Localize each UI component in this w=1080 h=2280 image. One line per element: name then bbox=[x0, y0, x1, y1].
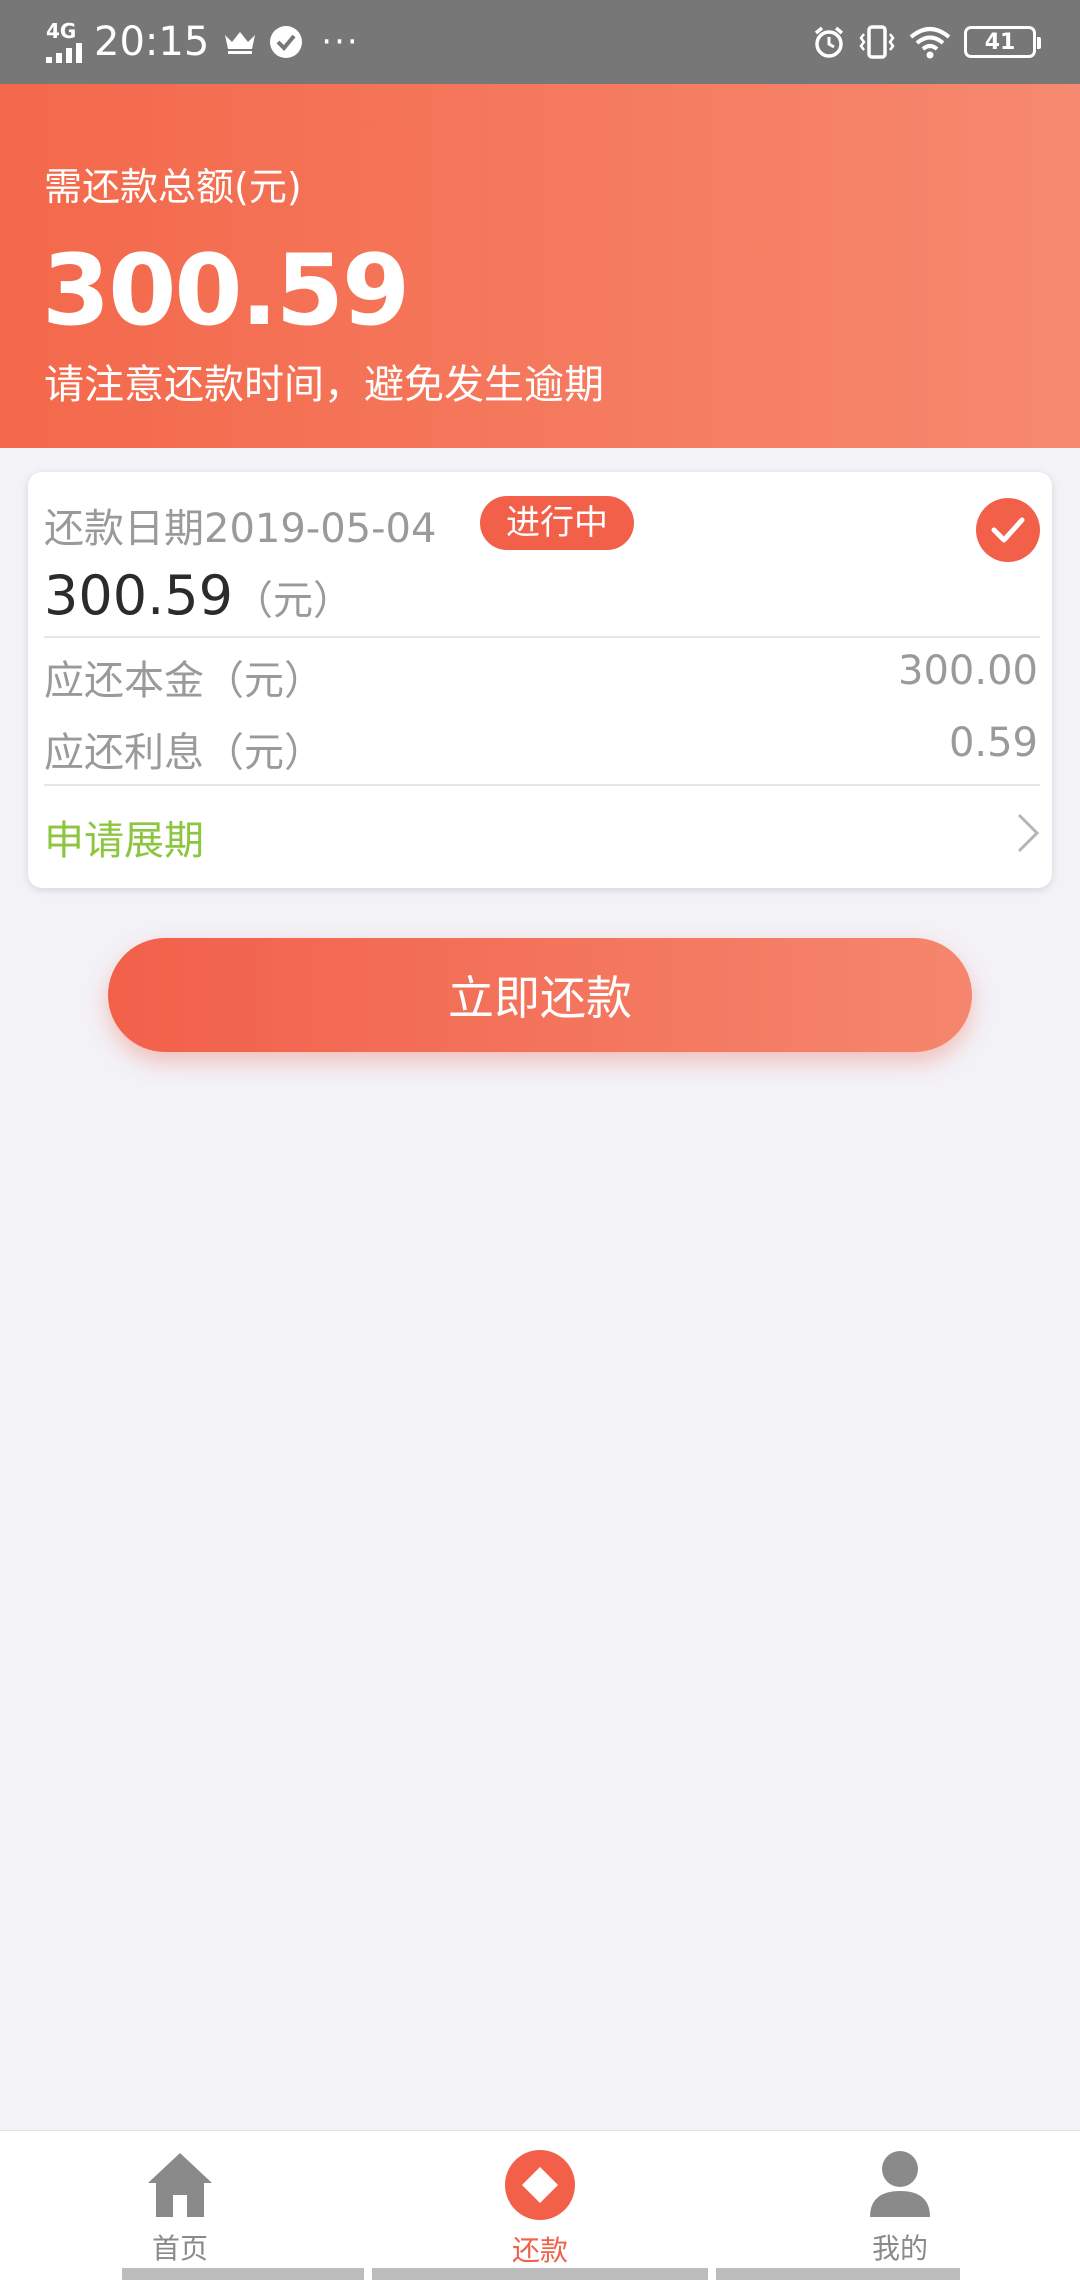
nav-item-mine[interactable]: 我的 bbox=[800, 2149, 1000, 2267]
crown-icon bbox=[223, 29, 257, 55]
network-type: 4G bbox=[46, 19, 77, 43]
interest-label: 应还利息（元） bbox=[44, 730, 324, 776]
status-bar-right: 41 bbox=[812, 24, 1041, 60]
status-badge: 进行中 bbox=[480, 496, 634, 550]
nav-label-home: 首页 bbox=[151, 2232, 208, 2265]
gesture-bar-segment bbox=[372, 2268, 708, 2280]
repayment-summary-header: 需还款总额(元) 300.59 请注意还款时间，避免发生逾期 bbox=[0, 84, 1080, 448]
bill-amount: 300.59（元） bbox=[44, 564, 353, 627]
bill-amount-value: 300.59 bbox=[44, 564, 233, 627]
home-icon bbox=[144, 2149, 216, 2223]
nav-item-repay[interactable]: 还款 bbox=[440, 2149, 640, 2269]
total-due-label: 需还款总额(元) bbox=[44, 165, 302, 209]
bottom-nav: 首页 还款 我的 bbox=[0, 2130, 1080, 2280]
apply-extension-link[interactable]: 申请展期 bbox=[44, 808, 204, 866]
wifi-icon bbox=[908, 25, 952, 59]
gesture-bar-segment bbox=[716, 2268, 960, 2280]
pay-now-button[interactable]: 立即还款 bbox=[108, 938, 972, 1052]
bill-amount-unit: （元） bbox=[232, 578, 353, 624]
divider bbox=[44, 636, 1040, 638]
nav-label-mine: 我的 bbox=[871, 2232, 928, 2265]
nav-item-home[interactable]: 首页 bbox=[80, 2149, 280, 2267]
battery-icon: 41 bbox=[964, 26, 1041, 58]
network-indicator: 4G bbox=[46, 21, 82, 63]
verified-icon bbox=[269, 25, 303, 59]
check-icon[interactable] bbox=[976, 498, 1040, 562]
bill-card[interactable]: 还款日期2019-05-04 进行中 300.59（元） 应还本金（元） 300… bbox=[28, 472, 1052, 888]
status-bar-left: 4G 20:15 ··· bbox=[46, 19, 360, 65]
chevron-right-icon[interactable] bbox=[1016, 812, 1040, 858]
more-notifications-icon: ··· bbox=[321, 22, 360, 62]
user-icon bbox=[866, 2149, 934, 2223]
gesture-bar-segment bbox=[122, 2268, 364, 2280]
principal-value: 300.00 bbox=[898, 648, 1038, 694]
status-bar: 4G 20:15 ··· 41 bbox=[0, 0, 1080, 84]
interest-value: 0.59 bbox=[948, 720, 1038, 766]
repayment-date: 还款日期2019-05-04 bbox=[44, 506, 437, 552]
nav-label-repay: 还款 bbox=[511, 2234, 568, 2267]
alarm-icon bbox=[812, 25, 846, 59]
clock: 20:15 bbox=[94, 19, 210, 65]
principal-label: 应还本金（元） bbox=[44, 658, 324, 704]
divider bbox=[44, 784, 1040, 786]
due-reminder-note: 请注意还款时间，避免发生逾期 bbox=[44, 362, 604, 408]
total-due-amount: 300.59 bbox=[42, 234, 410, 348]
signal-icon bbox=[46, 43, 82, 63]
repay-icon bbox=[504, 2149, 576, 2225]
vibrate-icon bbox=[858, 24, 896, 60]
